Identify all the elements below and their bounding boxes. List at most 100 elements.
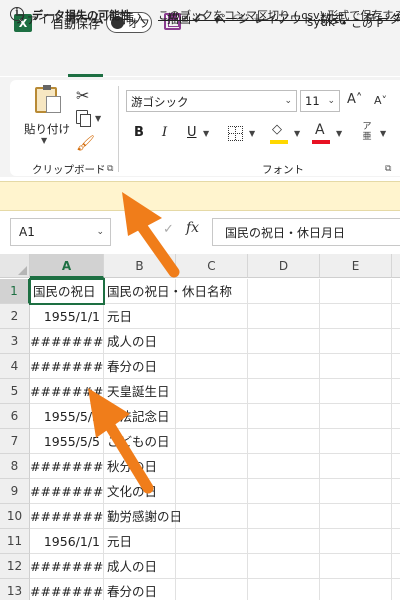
- font-color-icon[interactable]: A: [315, 122, 325, 138]
- cell-f12[interactable]: [392, 554, 400, 579]
- cell-f9[interactable]: [392, 479, 400, 504]
- scissors-icon[interactable]: ✂: [76, 86, 89, 105]
- infobar-message-link[interactable]: このブックをコンマ区切り (.csv) 形式で保存すると、一部の機能が失われる可…: [158, 7, 400, 23]
- cell-a10[interactable]: #######: [30, 504, 104, 529]
- cell-d6[interactable]: [248, 404, 320, 429]
- cell-c5[interactable]: [176, 379, 248, 404]
- cell-d13[interactable]: [248, 579, 320, 600]
- format-painter-icon[interactable]: 🖌: [76, 134, 95, 152]
- cell-e11[interactable]: [320, 529, 392, 554]
- cell-e4[interactable]: [320, 354, 392, 379]
- cell-e10[interactable]: [320, 504, 392, 529]
- cell-e3[interactable]: [320, 329, 392, 354]
- cell-c6[interactable]: [176, 404, 248, 429]
- cell-d12[interactable]: [248, 554, 320, 579]
- cell-e2[interactable]: [320, 304, 392, 329]
- formula-input[interactable]: 国民の祝日・休日月日: [212, 218, 400, 246]
- cell-f3[interactable]: [392, 329, 400, 354]
- cell-b13[interactable]: 春分の日: [104, 579, 176, 600]
- borders-dropdown-icon[interactable]: ▼: [249, 129, 255, 138]
- cell-b11[interactable]: 元日: [104, 529, 176, 554]
- cell-f13[interactable]: [392, 579, 400, 600]
- cell-c10[interactable]: [176, 504, 248, 529]
- borders-icon[interactable]: [228, 126, 243, 141]
- copy-icon[interactable]: [76, 110, 91, 127]
- cell-e6[interactable]: [320, 404, 392, 429]
- cell-e9[interactable]: [320, 479, 392, 504]
- cell-a11[interactable]: 1956/1/1: [30, 529, 104, 554]
- row-header-3[interactable]: 3: [0, 329, 30, 354]
- cell-d3[interactable]: [248, 329, 320, 354]
- cell-e13[interactable]: [320, 579, 392, 600]
- cell-d7[interactable]: [248, 429, 320, 454]
- fill-color-dropdown-icon[interactable]: ▼: [294, 129, 300, 138]
- cell-f1[interactable]: [392, 279, 400, 304]
- cell-f4[interactable]: [392, 354, 400, 379]
- column-header-d[interactable]: D: [248, 254, 320, 278]
- cell-b2[interactable]: 元日: [104, 304, 176, 329]
- column-header-f[interactable]: [392, 254, 400, 278]
- cell-e5[interactable]: [320, 379, 392, 404]
- cell-e1[interactable]: [320, 279, 392, 304]
- underline-dropdown-icon[interactable]: ▼: [203, 129, 209, 138]
- row-header-1[interactable]: 1: [0, 279, 30, 304]
- copy-dropdown-icon[interactable]: ▼: [95, 114, 101, 123]
- cell-b4[interactable]: 春分の日: [104, 354, 176, 379]
- cell-f6[interactable]: [392, 404, 400, 429]
- cell-c3[interactable]: [176, 329, 248, 354]
- cell-a12[interactable]: #######: [30, 554, 104, 579]
- cell-c8[interactable]: [176, 454, 248, 479]
- cell-d5[interactable]: [248, 379, 320, 404]
- cell-a3[interactable]: #######: [30, 329, 104, 354]
- cell-c7[interactable]: [176, 429, 248, 454]
- cell-a2[interactable]: 1955/1/1: [30, 304, 104, 329]
- cell-c13[interactable]: [176, 579, 248, 600]
- name-box[interactable]: A1 ⌄: [10, 218, 111, 246]
- cell-f8[interactable]: [392, 454, 400, 479]
- cell-d4[interactable]: [248, 354, 320, 379]
- row-header-11[interactable]: 11: [0, 529, 30, 554]
- cell-e12[interactable]: [320, 554, 392, 579]
- furigana-icon[interactable]: ア亜: [360, 122, 374, 142]
- cell-f5[interactable]: [392, 379, 400, 404]
- cell-b3[interactable]: 成人の日: [104, 329, 176, 354]
- cell-d9[interactable]: [248, 479, 320, 504]
- increase-font-size-icon[interactable]: A˄: [347, 92, 362, 107]
- font-color-dropdown-icon[interactable]: ▼: [336, 129, 342, 138]
- column-header-a[interactable]: A: [30, 254, 104, 278]
- underline-button[interactable]: U: [187, 125, 197, 140]
- decrease-font-size-icon[interactable]: A˅: [374, 94, 387, 107]
- font-name-select[interactable]: 游ゴシック ⌄: [126, 90, 297, 112]
- row-header-9[interactable]: 9: [0, 479, 30, 504]
- cell-e7[interactable]: [320, 429, 392, 454]
- cell-c12[interactable]: [176, 554, 248, 579]
- paste-button[interactable]: 貼り付け: [24, 121, 70, 137]
- row-header-10[interactable]: 10: [0, 504, 30, 529]
- row-header-5[interactable]: 5: [0, 379, 30, 404]
- cell-d2[interactable]: [248, 304, 320, 329]
- font-launcher-icon[interactable]: ⧉: [385, 164, 391, 174]
- select-all-corner[interactable]: [0, 254, 30, 278]
- cell-a4[interactable]: #######: [30, 354, 104, 379]
- row-header-7[interactable]: 7: [0, 429, 30, 454]
- cell-d11[interactable]: [248, 529, 320, 554]
- clipboard-launcher-icon[interactable]: ⧉: [107, 164, 113, 174]
- paste-icon[interactable]: [35, 85, 61, 113]
- cell-d10[interactable]: [248, 504, 320, 529]
- italic-button[interactable]: I: [162, 125, 167, 140]
- font-size-select[interactable]: 11 ⌄: [300, 90, 340, 112]
- paste-dropdown-icon[interactable]: ▼: [41, 136, 47, 145]
- cell-e8[interactable]: [320, 454, 392, 479]
- cell-c4[interactable]: [176, 354, 248, 379]
- row-header-6[interactable]: 6: [0, 404, 30, 429]
- row-header-2[interactable]: 2: [0, 304, 30, 329]
- cell-f10[interactable]: [392, 504, 400, 529]
- cell-d1[interactable]: [248, 279, 320, 304]
- cell-f7[interactable]: [392, 429, 400, 454]
- cell-c2[interactable]: [176, 304, 248, 329]
- row-header-12[interactable]: 12: [0, 554, 30, 579]
- column-header-e[interactable]: E: [320, 254, 392, 278]
- cell-a1[interactable]: 国民の祝日: [29, 278, 105, 305]
- cell-b10[interactable]: 勤労感謝の日: [104, 504, 182, 529]
- cell-f2[interactable]: [392, 304, 400, 329]
